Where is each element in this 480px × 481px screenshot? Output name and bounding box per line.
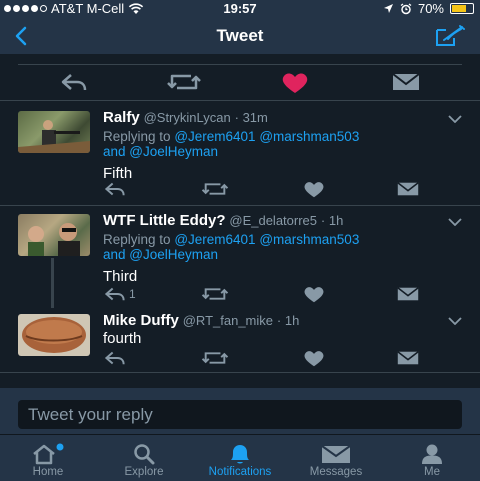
chevron-down-icon[interactable] bbox=[448, 218, 462, 226]
author-name[interactable]: WTF Little Eddy? bbox=[103, 212, 225, 229]
tweet-body: Mike Duffy @RT_fan_mike · 1h fourth bbox=[103, 312, 466, 347]
tweet-text: Third bbox=[103, 268, 138, 285]
tweet-time: 1h bbox=[328, 213, 344, 228]
battery-icon bbox=[450, 3, 474, 14]
dm-button[interactable] bbox=[397, 350, 419, 366]
envelope-icon bbox=[392, 73, 420, 90]
dm-button[interactable] bbox=[392, 72, 420, 92]
retweet-button[interactable] bbox=[201, 286, 229, 302]
mention-link[interactable]: @marshman503 bbox=[259, 129, 359, 144]
page-title: Tweet bbox=[216, 26, 264, 45]
reply-button[interactable] bbox=[60, 72, 88, 92]
reply-bar bbox=[0, 388, 480, 434]
alarm-icon bbox=[400, 2, 412, 14]
heart-icon bbox=[304, 287, 324, 303]
avatar[interactable] bbox=[18, 214, 90, 256]
and-word: and bbox=[103, 247, 126, 262]
tab-me[interactable]: Me bbox=[384, 435, 480, 481]
like-button[interactable] bbox=[281, 72, 309, 94]
envelope-icon bbox=[321, 445, 351, 463]
tab-explore[interactable]: Explore bbox=[96, 435, 192, 481]
like-button[interactable] bbox=[303, 181, 325, 198]
mention-link[interactable]: @marshman503 bbox=[259, 232, 359, 247]
envelope-icon bbox=[397, 351, 419, 365]
author-handle[interactable]: @E_delatorre5 bbox=[229, 213, 317, 228]
tweet-text: fourth bbox=[103, 330, 142, 347]
tab-bar: Home Explore Notifications Messages Me bbox=[0, 434, 480, 481]
tweet-body: WTF Little Eddy? @E_delatorre5 · 1h Repl… bbox=[103, 212, 466, 285]
home-icon bbox=[33, 443, 64, 465]
status-right: 70% bbox=[383, 1, 474, 16]
tweet-header: WTF Little Eddy? @E_delatorre5 · 1h bbox=[103, 212, 344, 229]
thread-connector bbox=[51, 258, 54, 308]
retweet-button[interactable] bbox=[201, 181, 229, 197]
replying-prefix: Replying to bbox=[103, 129, 171, 144]
main-tweet-actions bbox=[0, 54, 480, 101]
chevron-down-icon[interactable] bbox=[448, 317, 462, 325]
mention-link[interactable]: @Jerem6401 bbox=[174, 129, 255, 144]
avatar[interactable] bbox=[18, 111, 90, 153]
envelope-icon bbox=[397, 287, 419, 301]
author-name[interactable]: Mike Duffy bbox=[103, 312, 179, 329]
retweet-icon bbox=[201, 288, 229, 300]
reply-input[interactable] bbox=[18, 400, 462, 429]
location-arrow-icon bbox=[383, 4, 393, 13]
mention-link[interactable]: @JoelHeyman bbox=[129, 247, 218, 262]
replying-to: Replying to @Jerem6401 @marshman503 and … bbox=[103, 129, 466, 159]
dm-button[interactable] bbox=[397, 286, 419, 302]
retweet-button[interactable] bbox=[201, 350, 229, 366]
heart-icon bbox=[304, 351, 324, 367]
author-name[interactable]: Ralfy bbox=[103, 109, 140, 126]
tab-label: Me bbox=[424, 466, 440, 478]
heart-icon bbox=[282, 73, 308, 93]
mention-link[interactable]: @Jerem6401 bbox=[174, 232, 255, 247]
tab-notifications[interactable]: Notifications bbox=[192, 435, 288, 481]
reply-tweet[interactable]: Ralfy @StrykinLycan · 31m Replying to @J… bbox=[0, 101, 480, 206]
heart-icon bbox=[304, 182, 324, 198]
tweet-header: Mike Duffy @RT_fan_mike · 1h bbox=[103, 312, 300, 329]
like-button[interactable] bbox=[303, 286, 325, 303]
divider bbox=[18, 64, 462, 65]
nav-bar: Tweet bbox=[0, 18, 480, 55]
reply-icon bbox=[104, 351, 125, 365]
replying-prefix: Replying to bbox=[103, 232, 171, 247]
dm-button[interactable] bbox=[397, 181, 419, 197]
reply-count: 1 bbox=[129, 287, 136, 301]
reply-tweet[interactable]: Mike Duffy @RT_fan_mike · 1h fourth bbox=[0, 308, 480, 373]
reply-icon bbox=[104, 182, 125, 196]
retweet-icon bbox=[167, 74, 201, 90]
avatar[interactable] bbox=[18, 314, 90, 356]
retweet-button[interactable] bbox=[166, 72, 202, 92]
person-icon bbox=[422, 444, 442, 464]
search-icon bbox=[134, 444, 155, 465]
tweet-time: 31m bbox=[242, 110, 268, 125]
status-bar: AT&T M-Cell 19:57 70% bbox=[0, 0, 480, 18]
chevron-down-icon[interactable] bbox=[448, 115, 462, 123]
retweet-icon bbox=[201, 352, 229, 364]
reply-button[interactable] bbox=[104, 181, 129, 197]
compose-icon[interactable] bbox=[434, 24, 466, 48]
retweet-icon bbox=[201, 183, 229, 195]
reply-button[interactable] bbox=[104, 350, 129, 366]
tab-messages[interactable]: Messages bbox=[288, 435, 384, 481]
reply-icon bbox=[104, 287, 125, 301]
tweet-text: Fifth bbox=[103, 165, 133, 182]
author-handle[interactable]: @RT_fan_mike bbox=[183, 313, 273, 328]
notification-dot bbox=[56, 443, 64, 451]
like-button[interactable] bbox=[303, 350, 325, 367]
reply-icon bbox=[61, 74, 87, 91]
tab-home[interactable]: Home bbox=[0, 435, 96, 481]
tweet-body: Ralfy @StrykinLycan · 31m Replying to @J… bbox=[103, 109, 466, 182]
tweet-header: Ralfy @StrykinLycan · 31m bbox=[103, 109, 268, 126]
bell-icon bbox=[231, 445, 249, 464]
replying-to: Replying to @Jerem6401 @marshman503 and … bbox=[103, 232, 466, 262]
author-handle[interactable]: @StrykinLycan bbox=[144, 110, 231, 125]
mention-link[interactable]: @JoelHeyman bbox=[129, 144, 218, 159]
envelope-icon bbox=[397, 182, 419, 196]
reply-tweet[interactable]: WTF Little Eddy? @E_delatorre5 · 1h Repl… bbox=[0, 206, 480, 308]
tweet-time: 1h bbox=[284, 313, 300, 328]
battery-percent: 70% bbox=[417, 1, 444, 16]
reply-button[interactable]: 1 bbox=[104, 286, 136, 302]
and-word: and bbox=[103, 144, 126, 159]
